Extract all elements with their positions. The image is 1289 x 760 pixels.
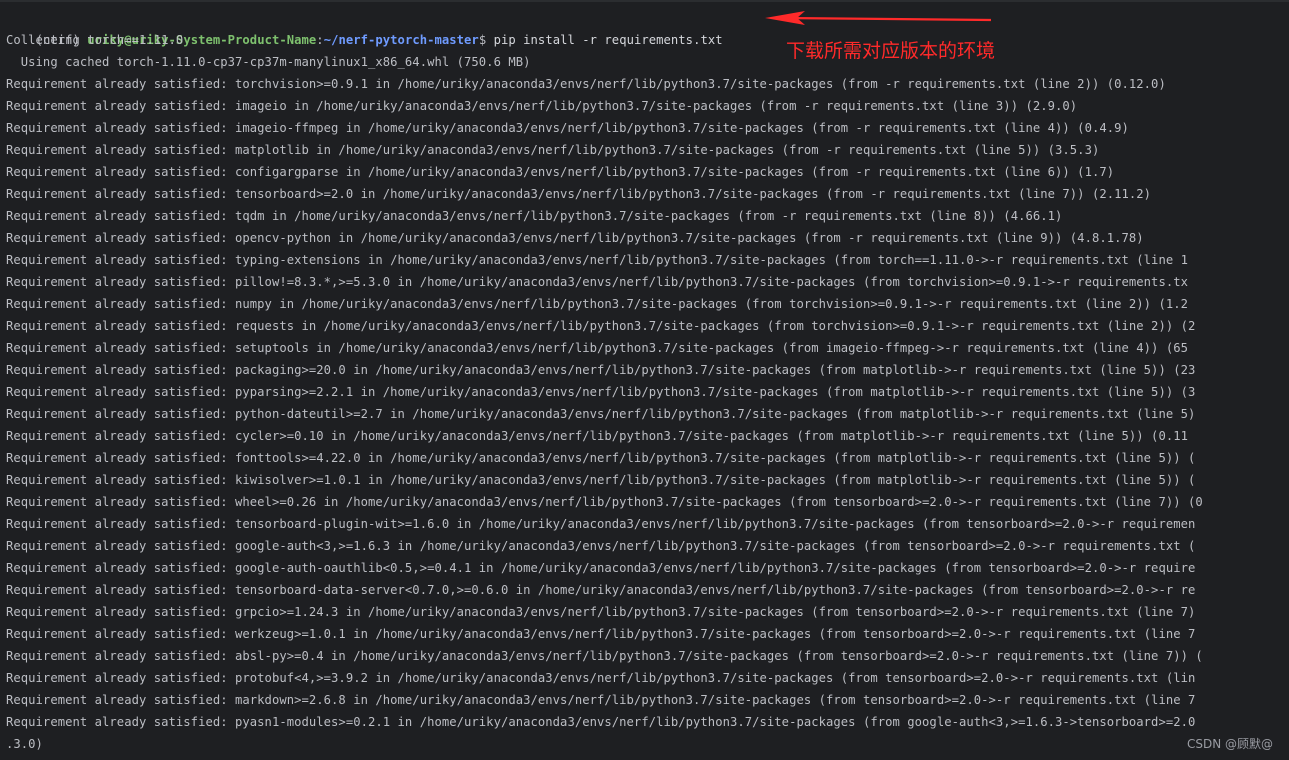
output-line: Requirement already satisfied: kiwisolve… <box>6 473 1196 487</box>
output-line: Requirement already satisfied: configarg… <box>6 165 1115 179</box>
output-line: Requirement already satisfied: pyasn1-mo… <box>6 715 1196 729</box>
output-line: Requirement already satisfied: typing-ex… <box>6 253 1188 267</box>
output-line: Requirement already satisfied: markdown>… <box>6 693 1196 707</box>
prompt-path: ~/nerf-pytorch-master <box>323 33 479 47</box>
output-line: Requirement already satisfied: pillow!=8… <box>6 275 1188 289</box>
output-line: Requirement already satisfied: tensorboa… <box>6 517 1196 531</box>
output-line: Requirement already satisfied: requests … <box>6 319 1196 333</box>
output-line: Requirement already satisfied: setuptool… <box>6 341 1188 355</box>
csdn-watermark: CSDN @顾默@ <box>1186 737 1273 751</box>
output-line: Requirement already satisfied: pyparsing… <box>6 385 1196 399</box>
output-line: Requirement already satisfied: python-da… <box>6 407 1196 421</box>
terminal-window[interactable]: (nerf) uriky@uriky-System-Product-Name:~… <box>0 0 1289 760</box>
output-line: Requirement already satisfied: protobuf<… <box>6 671 1196 685</box>
output-line: Requirement already satisfied: imageio-f… <box>6 121 1129 135</box>
terminal-top-border <box>0 0 1289 2</box>
output-line: Requirement already satisfied: grpcio>=1… <box>6 605 1196 619</box>
prompt-command[interactable]: pip install -r requirements.txt <box>494 33 723 47</box>
red-arrow-annotation <box>765 11 992 25</box>
output-line: Requirement already satisfied: tqdm in /… <box>6 209 1063 223</box>
output-line: Requirement already satisfied: numpy in … <box>6 297 1188 311</box>
prompt-symbol: $ <box>478 33 494 47</box>
output-line: Requirement already satisfied: tensorboa… <box>6 187 1152 201</box>
output-line: Requirement already satisfied: imageio i… <box>6 99 1078 113</box>
annotation-label: 下载所需对应版本的环境 <box>786 40 996 62</box>
output-line: Requirement already satisfied: google-au… <box>6 561 1196 575</box>
output-line: Collecting torch==1.11.0 <box>6 33 184 47</box>
output-line: .3.0) <box>6 737 43 751</box>
output-line: Requirement already satisfied: absl-py>=… <box>6 649 1203 663</box>
output-line: Requirement already satisfied: werkzeug>… <box>6 627 1196 641</box>
output-line: Requirement already satisfied: opencv-py… <box>6 231 1144 245</box>
output-line: Requirement already satisfied: google-au… <box>6 539 1196 553</box>
output-line: Using cached torch-1.11.0-cp37-cp37m-man… <box>6 55 531 69</box>
output-line: Requirement already satisfied: torchvisi… <box>6 77 1166 91</box>
output-line: Requirement already satisfied: matplotli… <box>6 143 1100 157</box>
output-line: Requirement already satisfied: packaging… <box>6 363 1196 377</box>
prompt-line: (nerf) uriky@uriky-System-Product-Name:~… <box>6 7 723 47</box>
output-line: Requirement already satisfied: fonttools… <box>6 451 1196 465</box>
output-line: Requirement already satisfied: tensorboa… <box>6 583 1196 597</box>
output-line: Requirement already satisfied: cycler>=0… <box>6 429 1188 443</box>
prompt-colon: : <box>316 33 324 47</box>
output-line: Requirement already satisfied: wheel>=0.… <box>6 495 1203 509</box>
